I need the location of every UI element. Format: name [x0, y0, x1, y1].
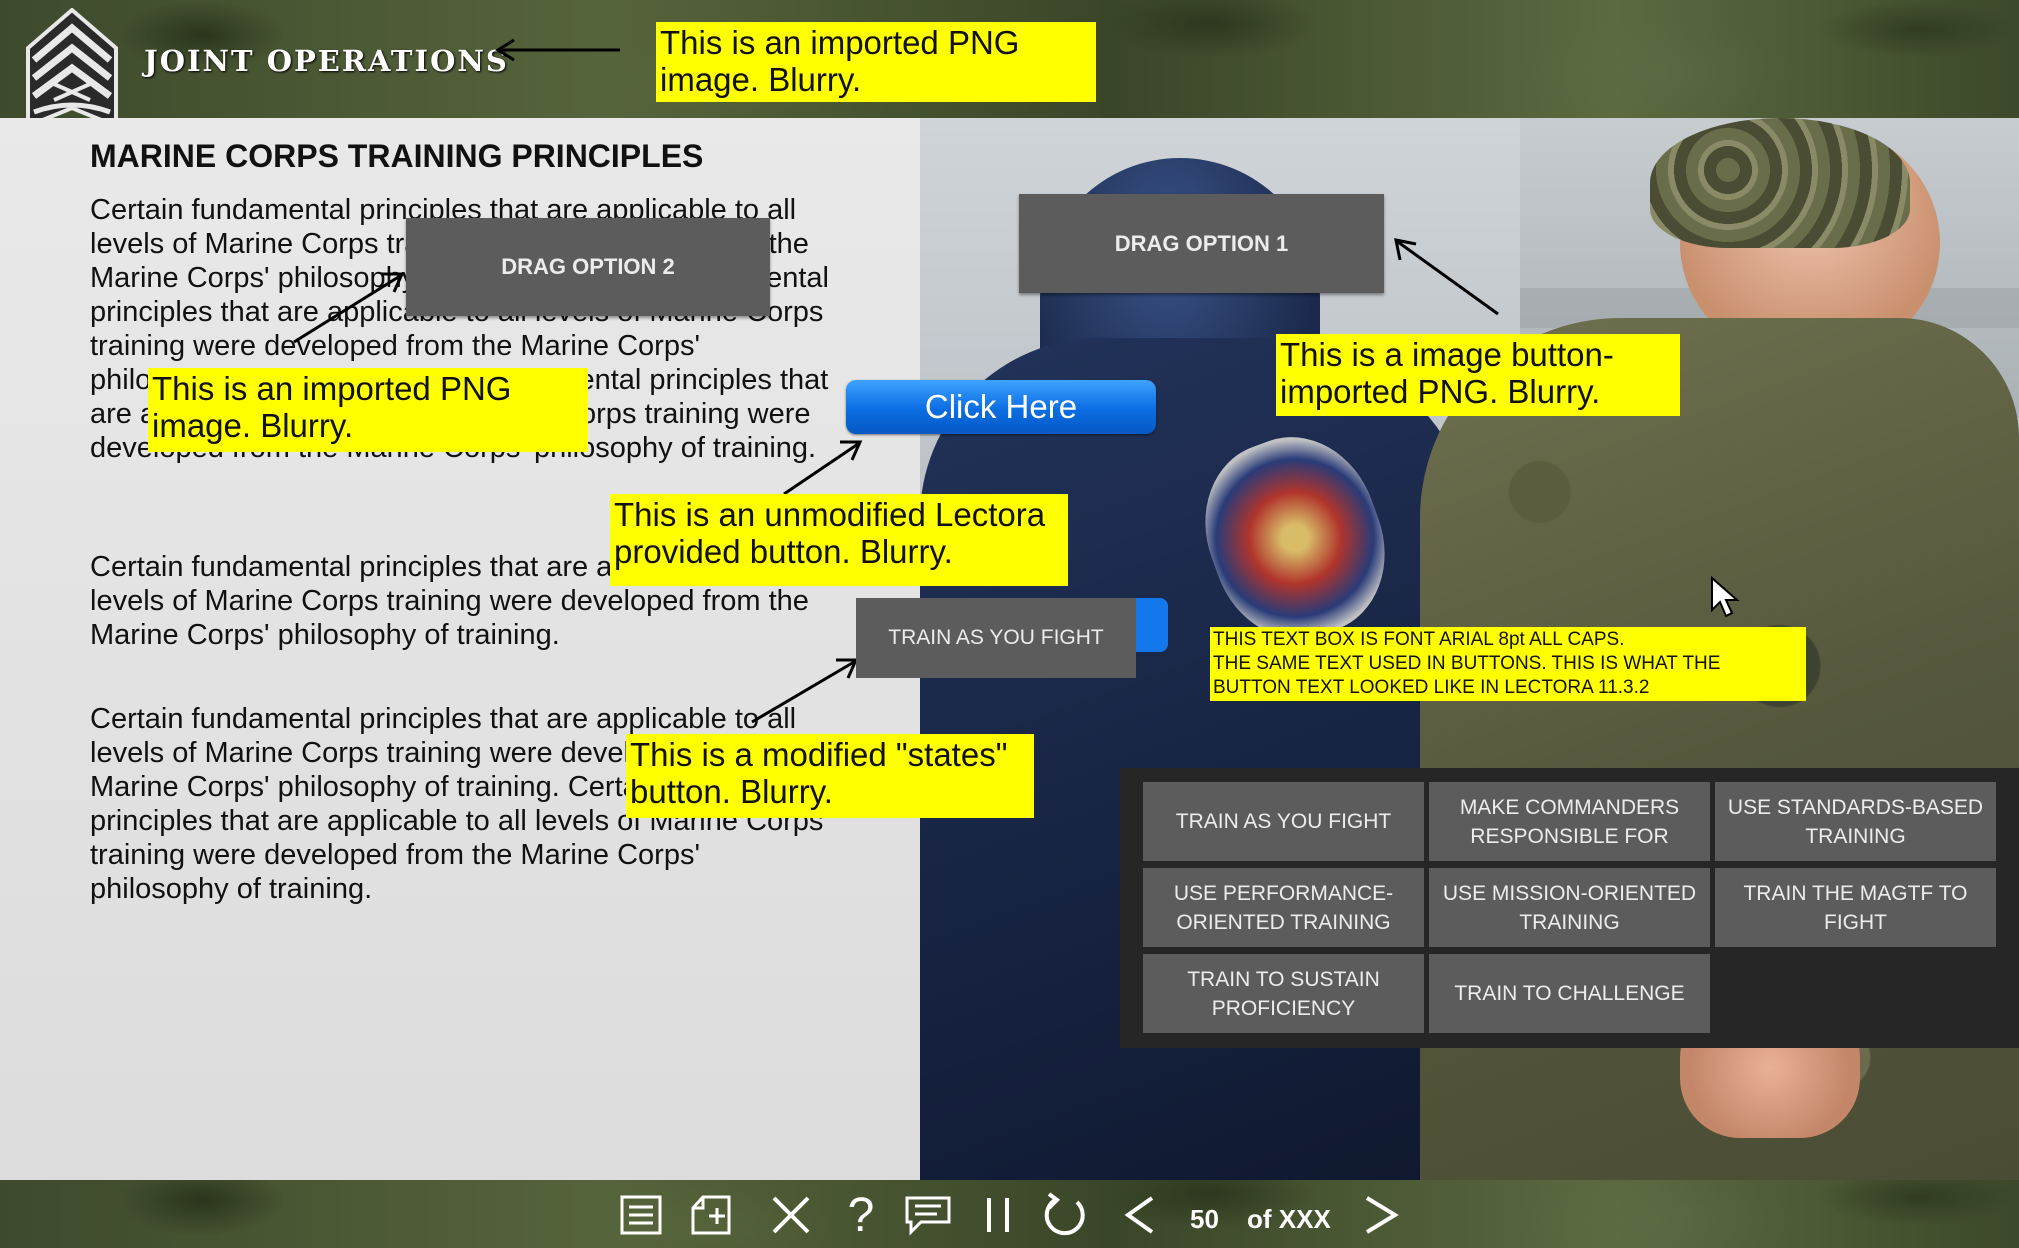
callout-header-png: This is an imported PNG image. Blurry.: [656, 22, 1096, 102]
pause-icon[interactable]: [976, 1190, 1020, 1240]
help-icon[interactable]: ?: [836, 1189, 886, 1242]
previous-icon[interactable]: [1118, 1190, 1162, 1240]
principle-button[interactable]: USE STANDARDS-BASED TRAINING: [1715, 782, 1996, 861]
menu-icon[interactable]: [616, 1190, 666, 1240]
mouse-cursor-icon: [1711, 576, 1740, 618]
callout-image-button: This is a image button-imported PNG. Blu…: [1276, 334, 1680, 416]
arrow-icon: [293, 272, 405, 344]
page-total: of XXX: [1247, 1204, 1331, 1234]
arrow-icon: [751, 658, 859, 724]
principle-button[interactable]: TRAIN TO CHALLENGE: [1429, 954, 1710, 1033]
principle-button[interactable]: USE MISSION-ORIENTED TRAINING: [1429, 868, 1710, 947]
callout-left-png: This is an imported PNG image. Blurry.: [148, 368, 588, 452]
callout-lectora-button: This is an unmodified Lectora provided b…: [610, 494, 1068, 586]
callout-font-note: THIS TEXT BOX IS FONT ARIAL 8pt ALL CAPS…: [1210, 627, 1806, 701]
principle-button[interactable]: TRAIN THE MAGTF TO FIGHT: [1715, 868, 1996, 947]
replay-icon[interactable]: [1038, 1190, 1092, 1240]
principle-button[interactable]: MAKE COMMANDERS RESPONSIBLE FOR: [1429, 782, 1710, 861]
course-title: JOINT OPERATIONS: [144, 44, 509, 78]
principle-button[interactable]: TRAIN TO SUSTAIN PROFICIENCY: [1143, 954, 1424, 1033]
close-icon[interactable]: [766, 1190, 816, 1240]
train-as-you-fight-state-button[interactable]: TRAIN AS YOU FIGHT: [856, 598, 1136, 678]
font-note-line-2: THE SAME TEXT USED IN BUTTONS. THIS IS W…: [1213, 653, 1721, 698]
page-title: MARINE CORPS TRAINING PRINCIPLES: [90, 138, 704, 174]
page-number: 50: [1190, 1204, 1219, 1234]
click-here-button[interactable]: Click Here: [846, 380, 1156, 434]
arrow-icon: [783, 440, 863, 496]
arrow-icon: [495, 38, 620, 62]
drag-option-2-button[interactable]: DRAG OPTION 2: [406, 218, 770, 316]
comment-icon[interactable]: [900, 1190, 956, 1240]
next-icon[interactable]: [1358, 1190, 1404, 1240]
drag-option-1-button[interactable]: DRAG OPTION 1: [1019, 194, 1384, 293]
sergeant-chevron-logo: [26, 8, 118, 129]
font-note-line-1: THIS TEXT BOX IS FONT ARIAL 8pt ALL CAPS…: [1213, 629, 1625, 650]
callout-states-button: This is a modified "states" button. Blur…: [626, 734, 1034, 818]
bookmark-icon[interactable]: [686, 1190, 736, 1240]
arrow-icon: [1394, 238, 1499, 316]
principle-button[interactable]: TRAIN AS YOU FIGHT: [1143, 782, 1424, 861]
principle-button[interactable]: USE PERFORMANCE-ORIENTED TRAINING: [1143, 868, 1424, 947]
